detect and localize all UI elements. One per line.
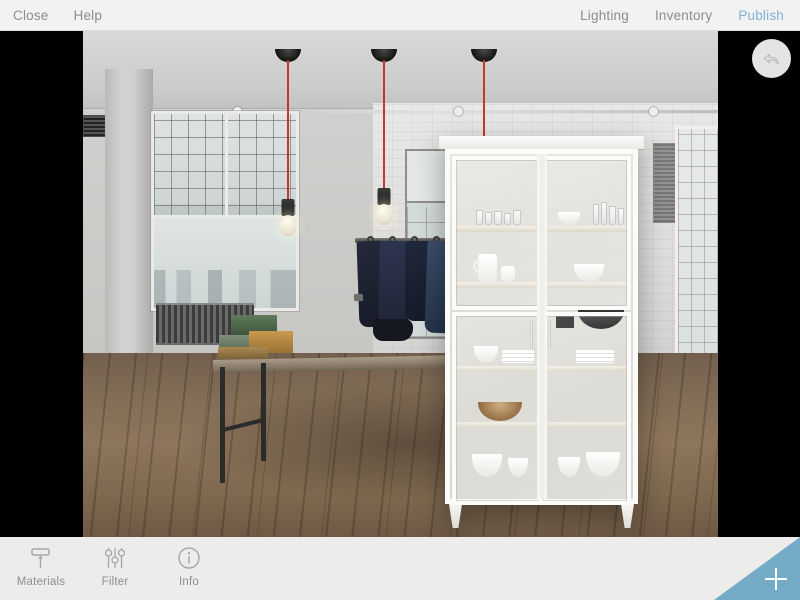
bottom-toolbar: Materials Filter Info (0, 537, 800, 600)
hanging-coat-hem (373, 319, 413, 341)
materials-tool[interactable]: Materials (12, 545, 70, 588)
publish-button[interactable]: Publish (738, 0, 784, 31)
cabinet-cornice (439, 136, 644, 149)
undo-arrow-icon (763, 53, 779, 65)
window-lower-sash (154, 214, 296, 308)
paint-roller-icon (31, 548, 50, 568)
ceiling (83, 31, 718, 109)
table-leg (220, 367, 225, 483)
cabinet-body (445, 149, 638, 505)
add-button[interactable] (714, 537, 800, 600)
cabinet-glass-door-upper-right[interactable] (539, 156, 631, 310)
cabinet-glass-door-lower-right[interactable] (539, 312, 631, 505)
undo-button[interactable] (752, 39, 791, 78)
app-root: Close Help Lighting Inventory Publish Ma… (0, 0, 800, 600)
lamp-bulb (279, 215, 297, 236)
lamp-cord (287, 60, 289, 200)
cabinet-glass-door-upper-left[interactable] (452, 156, 544, 310)
rail-node (454, 107, 463, 116)
top-bar-left-group: Close Help (0, 0, 102, 31)
room-scene-photo[interactable] (83, 31, 718, 537)
sliders-icon (104, 548, 126, 568)
plus-icon (765, 568, 787, 590)
placed-cabinet-model[interactable] (439, 136, 644, 529)
wall-outlet (354, 294, 363, 301)
rail-node (649, 107, 658, 116)
inventory-button[interactable]: Inventory (655, 0, 712, 31)
close-button[interactable]: Close (13, 0, 49, 31)
help-button[interactable]: Help (74, 0, 103, 31)
info-circle-icon (178, 547, 200, 569)
tool-group: Materials Filter Info (0, 537, 800, 588)
top-bar-right-group: Lighting Inventory Publish (580, 0, 800, 31)
lamp-bulb (375, 204, 393, 225)
info-tool[interactable]: Info (160, 545, 218, 588)
lighting-button[interactable]: Lighting (580, 0, 629, 31)
cabinet-center-stile (536, 154, 547, 499)
lamp-cord (383, 60, 385, 189)
table-leg (261, 363, 266, 461)
cabinet-door-handle-right[interactable] (548, 320, 551, 350)
cabinet-door-handle-left[interactable] (530, 320, 533, 350)
top-bar: Close Help Lighting Inventory Publish (0, 0, 800, 31)
tall-window-left (151, 111, 299, 311)
lamp-socket (281, 199, 295, 216)
materials-tool-label: Materials (16, 576, 66, 588)
add-button-triangle (714, 537, 800, 600)
wooden-crate (218, 347, 268, 359)
cabinet-foot (449, 504, 462, 528)
filter-tool[interactable]: Filter (86, 545, 144, 588)
scene-viewport[interactable] (0, 31, 800, 537)
filter-tool-label: Filter (101, 576, 129, 588)
cabinet-foot (621, 504, 634, 528)
lamp-socket (377, 188, 391, 205)
info-tool-label: Info (179, 576, 199, 588)
